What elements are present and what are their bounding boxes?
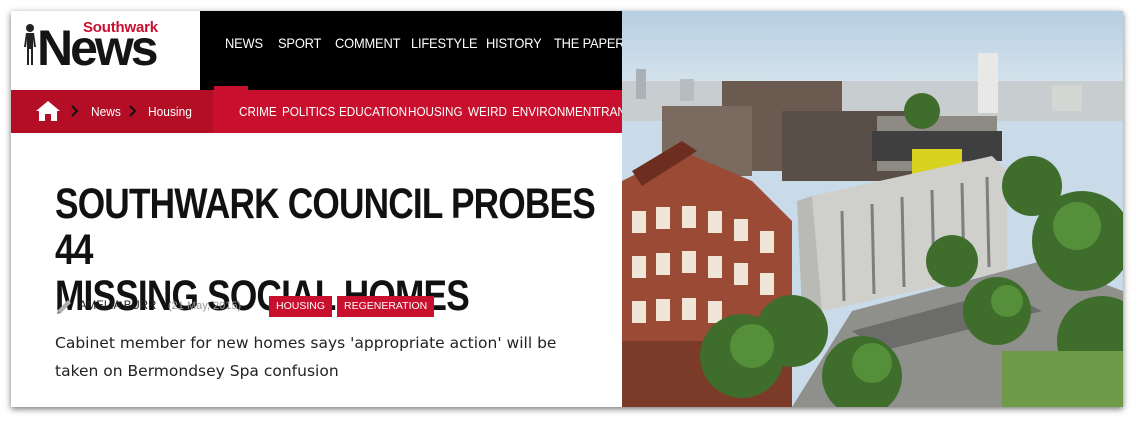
category-crime[interactable]: CRIME — [239, 104, 277, 119]
nav-news[interactable]: NEWS — [225, 35, 263, 51]
article-standfirst: Cabinet member for new homes says 'appro… — [55, 329, 615, 385]
article-panel: Southwark News NEWS SPORT COMMENT LIFEST… — [11, 11, 625, 407]
standfirst-line-1: Cabinet member for new homes says 'appro… — [55, 334, 557, 352]
hero-illustration — [622, 11, 1123, 407]
main-navigation: NEWS SPORT COMMENT LIFESTYLE HISTORY THE… — [200, 11, 625, 90]
section-navigation: News Housing CRIME POLITICS EDUCATION HO… — [11, 90, 622, 133]
site-logo[interactable]: Southwark News — [11, 11, 200, 90]
tag-housing[interactable]: HOUSING — [269, 296, 333, 317]
category-politics[interactable]: POLITICS — [282, 104, 335, 119]
category-education[interactable]: EDUCATION — [339, 104, 407, 119]
headline-line-1: SOUTHWARK COUNCIL PROBES 44 — [55, 180, 596, 274]
breadcrumb: News Housing — [11, 90, 213, 133]
standfirst-line-2: taken on Bermondsey Spa confusion — [55, 362, 339, 380]
breadcrumb-housing[interactable]: Housing — [148, 104, 192, 119]
tag-regeneration[interactable]: REGENERATION — [337, 296, 435, 317]
nav-history[interactable]: HISTORY — [486, 35, 542, 51]
logo-news-text: News — [37, 20, 159, 76]
breadcrumb-news[interactable]: News — [91, 104, 121, 119]
pencil-icon — [57, 300, 71, 314]
logo-figure-icon — [24, 24, 36, 65]
category-weird[interactable]: WEIRD — [468, 104, 507, 119]
category-transport-truncated[interactable]: TRAN — [594, 104, 622, 119]
nav-comment[interactable]: COMMENT — [335, 35, 400, 51]
article-header-card: Southwark News NEWS SPORT COMMENT LIFEST… — [11, 11, 1123, 407]
nav-lifestyle[interactable]: LIFESTYLE — [411, 35, 478, 51]
author-name[interactable]: AMELIA BURR — [79, 300, 156, 312]
category-environment[interactable]: ENVIRONMENT — [512, 104, 598, 119]
nav-sport[interactable]: SPORT — [278, 35, 321, 51]
home-icon[interactable] — [35, 100, 61, 122]
category-housing[interactable]: HOUSING — [408, 104, 463, 119]
chevron-right-icon — [71, 105, 79, 117]
chevron-right-icon — [129, 105, 137, 117]
nav-the-paper[interactable]: THE PAPER — [554, 35, 625, 51]
publish-date: (21 May, 2015) — [168, 300, 242, 312]
article-hero-image — [622, 11, 1123, 407]
